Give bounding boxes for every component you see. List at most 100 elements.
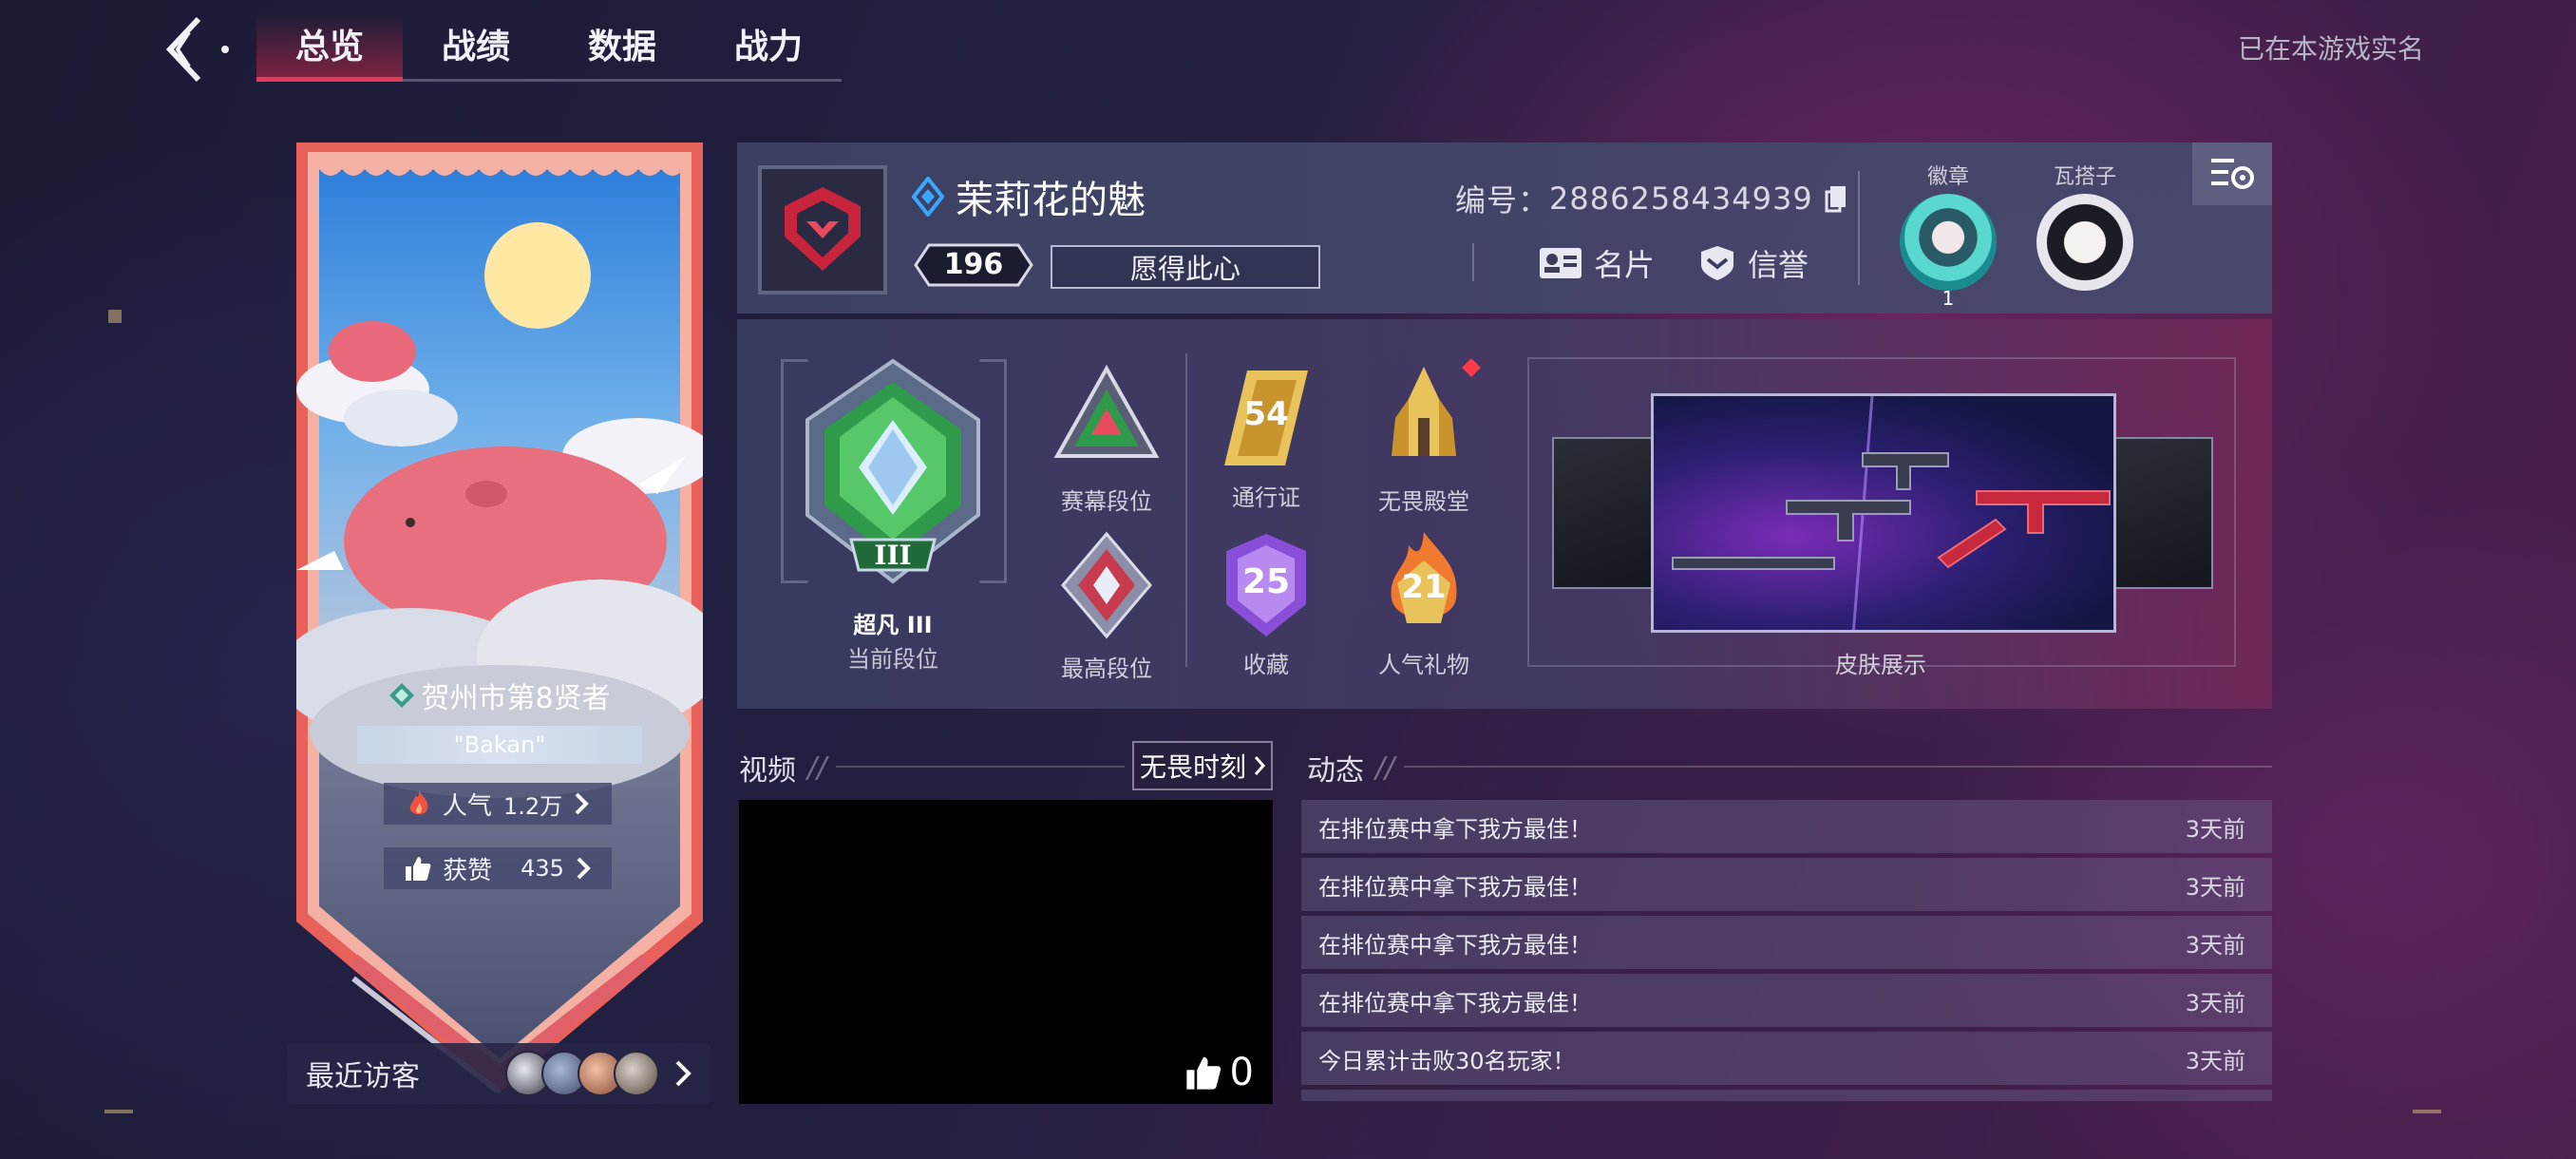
player-name-row: 茉莉花的魅 <box>912 169 1146 224</box>
copy-icon[interactable] <box>1825 184 1847 213</box>
thumbs-up-icon <box>406 857 431 881</box>
rank-gem-icon: III <box>805 358 980 584</box>
hall-label: 无畏殿堂 <box>1378 488 1469 515</box>
chevron-right-icon <box>675 1060 691 1087</box>
top-tabs: 总览 战绩 数据 战力 <box>256 13 842 82</box>
back-button[interactable] <box>152 11 237 87</box>
id-card-icon <box>1540 248 1582 278</box>
feed-item[interactable]: 在排位赛中拿下我方最佳！ 3天前 <box>1301 916 2272 969</box>
feed-item-text: 在排位赛中拿下我方最佳！ <box>1318 989 1592 1016</box>
current-rank-emblem[interactable]: III <box>788 353 997 610</box>
video-title-line <box>836 766 1125 768</box>
uid-row: 编号： 2886258434939 <box>1455 177 1847 220</box>
tab-record[interactable]: 战绩 <box>403 13 549 79</box>
fire-icon <box>409 790 428 815</box>
list-settings-icon <box>2211 159 2254 189</box>
tab-overview[interactable]: 总览 <box>256 13 403 82</box>
current-rank-name: 超凡 III <box>853 612 933 638</box>
feed-item-time: 3天前 <box>2185 1047 2245 1074</box>
agent-partner-slot[interactable]: 瓦搭子 <box>2033 160 2137 291</box>
recent-visitors[interactable]: 最近访客 <box>287 1043 710 1104</box>
popular-gift-item[interactable]: 21 人气礼物 <box>1353 528 1495 679</box>
popularity-button[interactable]: 人气 1.2万 <box>384 783 612 825</box>
chevron-right-icon <box>577 857 591 880</box>
collection-value: 25 <box>1241 562 1291 601</box>
skin-preview-right[interactable] <box>2109 437 2213 589</box>
peak-rank-item[interactable]: 最高段位 <box>1035 528 1178 683</box>
player-emblem[interactable] <box>758 165 887 294</box>
visitors-label: 最近访客 <box>306 1060 420 1093</box>
banner-art <box>277 142 724 1095</box>
banner-title-row: 贺州市第8贤者 <box>296 674 703 716</box>
credit-button[interactable]: 信誉 <box>1698 241 1809 285</box>
fearless-moment-button[interactable]: 无畏时刻 <box>1132 741 1273 790</box>
feed-item-text: 在排位赛中拿下我方最佳！ <box>1318 931 1592 959</box>
name-card-button[interactable]: 名片 <box>1539 241 1655 285</box>
popular-gift-label: 人气礼物 <box>1378 652 1469 678</box>
divider <box>1858 171 1860 285</box>
popularity-label: 人气 <box>442 791 492 821</box>
agent-label: 瓦搭子 <box>2053 165 2116 189</box>
skin-preview-left[interactable] <box>1552 437 1657 589</box>
stats-divider <box>1185 353 1187 667</box>
badge-slot[interactable]: 徽章 1 <box>1896 160 2000 310</box>
episode-rank-label: 赛幕段位 <box>1061 488 1152 515</box>
likes-button[interactable]: 获赞 435 <box>384 847 612 889</box>
motto-box[interactable]: 愿得此心 <box>1051 245 1320 289</box>
fearless-moment-label: 无畏时刻 <box>1139 751 1246 783</box>
episode-rank-item[interactable]: 赛幕段位 <box>1035 361 1178 516</box>
likes-value: 435 <box>521 855 564 882</box>
visitor-avatars <box>505 1051 659 1096</box>
back-arrow-icon <box>165 16 229 83</box>
collection-label: 收藏 <box>1243 652 1289 678</box>
current-rank-label: 当前段位 <box>847 646 938 673</box>
battle-pass-value: 54 <box>1243 395 1289 433</box>
uid-label: 编号： <box>1455 182 1550 218</box>
peak-rank-label: 最高段位 <box>1061 656 1152 682</box>
video-like-count: 0 <box>1229 1051 1254 1094</box>
badge-count: 1 <box>1941 287 1955 310</box>
feed-item[interactable]: 在排位赛中拿下我方最佳！ 3天前 <box>1301 974 2272 1027</box>
hall-item[interactable]: 无畏殿堂 <box>1353 358 1495 516</box>
battle-pass-item[interactable]: 54 通行证 <box>1195 361 1337 512</box>
feed-item[interactable]: 在排位赛中拿下我方最佳！ 3天前 <box>1301 800 2272 853</box>
avatar <box>614 1051 659 1096</box>
tab-power[interactable]: 战力 <box>695 13 842 79</box>
title-slash: // <box>807 750 827 785</box>
popularity-value: 1.2万 <box>502 792 563 820</box>
skin-showcase-label: 皮肤展示 <box>1835 652 1926 678</box>
agent-avatar <box>2036 194 2133 291</box>
name-card-label: 名片 <box>1594 247 1656 283</box>
video-player[interactable]: 0 <box>739 800 1273 1104</box>
video-like-button[interactable]: 0 <box>1184 1051 1254 1094</box>
feed-title-line <box>1404 766 2272 768</box>
player-level: 196 <box>943 248 1004 281</box>
video-section-title: 视频 // <box>739 747 826 788</box>
popular-gift-icon: 21 <box>1367 528 1481 642</box>
level-badge: 196 <box>914 243 1033 287</box>
skin-showcase-main[interactable] <box>1651 393 2116 633</box>
decor-mark <box>2413 1110 2441 1113</box>
feed-item-text: 在排位赛中拿下我方最佳！ <box>1318 815 1592 843</box>
feed-item[interactable]: 在排位赛中拿下我方最佳！ 3天前 <box>1301 858 2272 911</box>
feed-item[interactable]: 今日累计击败30名玩家！ 3天前 <box>1301 1032 2272 1085</box>
rank-diamond-icon <box>912 177 944 217</box>
emblem-icon <box>785 187 861 271</box>
feed-item-text: 今日累计击败30名玩家！ <box>1318 1047 1576 1074</box>
collection-item[interactable]: 25 收藏 <box>1195 528 1337 679</box>
tab-data[interactable]: 数据 <box>549 13 695 79</box>
uid-value: 2886258434939 <box>1549 180 1813 217</box>
settings-button[interactable] <box>2192 142 2272 205</box>
battle-pass-icon: 54 <box>1209 361 1323 475</box>
triangle-rank-icon <box>1053 364 1160 458</box>
battle-pass-label: 通行证 <box>1232 484 1300 511</box>
feed-item-partial <box>1301 1090 2272 1101</box>
hall-tower-icon <box>1392 367 1456 456</box>
banner-title: 贺州市第8贤者 <box>421 682 611 715</box>
chevron-right-icon <box>575 792 589 815</box>
profile-banner[interactable] <box>277 142 724 1095</box>
feed-item-time: 3天前 <box>2185 931 2245 959</box>
likes-label: 获赞 <box>443 856 493 885</box>
motto-text: 愿得此心 <box>1129 253 1241 285</box>
player-name: 茉莉花的魅 <box>956 179 1146 222</box>
